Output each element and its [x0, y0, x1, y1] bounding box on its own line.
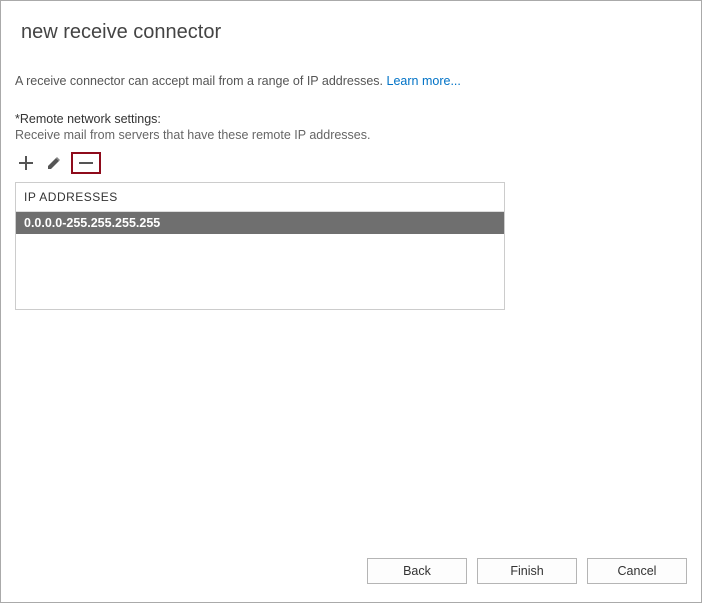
dialog-new-receive-connector: new receive connector A receive connecto…	[0, 0, 702, 603]
remote-network-label: *Remote network settings:	[15, 112, 687, 126]
description-body: A receive connector can accept mail from…	[15, 74, 383, 88]
pencil-icon	[46, 155, 62, 171]
edit-button[interactable]	[43, 152, 65, 174]
table-body: 0.0.0.0-255.255.255.255	[16, 212, 504, 234]
minus-icon	[78, 155, 94, 171]
ip-toolbar	[15, 152, 687, 174]
finish-button[interactable]: Finish	[477, 558, 577, 584]
description-text: A receive connector can accept mail from…	[15, 74, 687, 88]
remove-button-highlight	[71, 152, 101, 174]
cancel-button[interactable]: Cancel	[587, 558, 687, 584]
dialog-footer: Back Finish Cancel	[367, 558, 687, 584]
remove-button[interactable]	[75, 152, 97, 174]
add-button[interactable]	[15, 152, 37, 174]
table-header: IP ADDRESSES	[16, 183, 504, 212]
table-row[interactable]: 0.0.0.0-255.255.255.255	[16, 212, 504, 234]
learn-more-link[interactable]: Learn more...	[387, 74, 461, 88]
plus-icon	[18, 155, 34, 171]
remote-network-sublabel: Receive mail from servers that have thes…	[15, 128, 687, 142]
page-title: new receive connector	[21, 21, 687, 44]
back-button[interactable]: Back	[367, 558, 467, 584]
ip-addresses-table: IP ADDRESSES 0.0.0.0-255.255.255.255	[15, 182, 505, 310]
